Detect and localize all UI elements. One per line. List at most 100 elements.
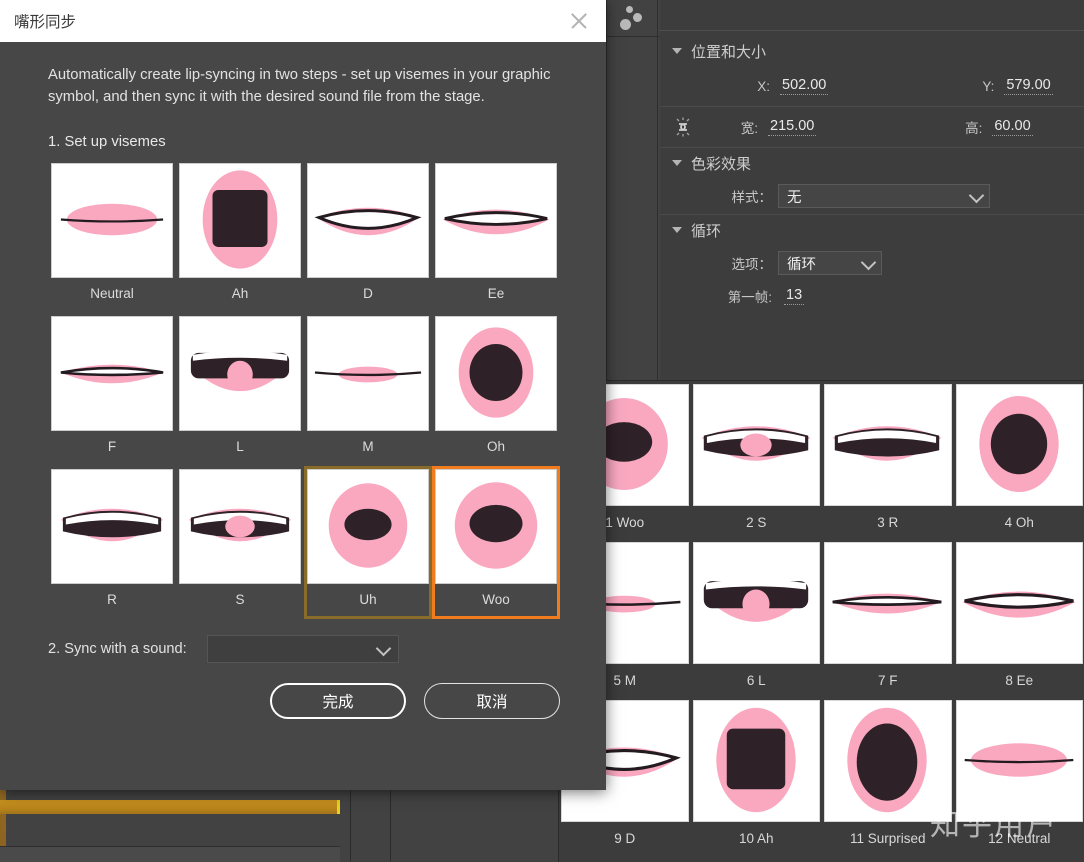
sync-with-sound-row: 2. Sync with a sound: xyxy=(48,635,566,663)
preview-frame-label: 12 Neutral xyxy=(956,822,1084,855)
viseme-thumbnail-l xyxy=(179,316,301,431)
viseme-thumbnail-oh xyxy=(435,316,557,431)
viseme-label: Ee xyxy=(435,278,557,310)
properties-panel: 位置和大小 X: 502.00 Y: 579.00 宽: 215.00 高: 6… xyxy=(660,0,1084,380)
viseme-label: Uh xyxy=(307,584,429,616)
preview-thumbnail-r xyxy=(824,384,952,506)
preview-frame-6[interactable]: 6 L xyxy=(691,539,823,697)
viseme-label: Ah xyxy=(179,278,301,310)
chevron-down-icon xyxy=(969,188,985,204)
viseme-cell-ah[interactable]: Ah xyxy=(176,160,304,313)
select-loop-option[interactable]: 循环 xyxy=(778,251,882,275)
timeline-bottom-strip[interactable] xyxy=(0,846,340,862)
done-button[interactable]: 完成 xyxy=(270,683,406,719)
chevron-down-icon xyxy=(375,641,391,657)
select-loop-option-value: 循环 xyxy=(787,253,816,274)
panel-options-dots-icon[interactable] xyxy=(612,3,656,33)
dialog-title: 嘴形同步 xyxy=(14,10,76,32)
section-title-color-effect: 色彩效果 xyxy=(691,153,751,174)
field-x-value[interactable]: 502.00 xyxy=(780,77,828,95)
viseme-thumbnail-uh xyxy=(307,469,429,584)
preview-frame-label: 7 F xyxy=(824,664,952,697)
preview-frame-12[interactable]: 12 Neutral xyxy=(954,697,1084,855)
select-color-style-value: 无 xyxy=(787,186,802,207)
field-y-value[interactable]: 579.00 xyxy=(1004,77,1052,95)
viseme-cell-ee[interactable]: Ee xyxy=(432,160,560,313)
field-first-frame-value[interactable]: 13 xyxy=(784,287,804,305)
viseme-cell-neutral[interactable]: Neutral xyxy=(48,160,176,313)
viseme-preview-panel: 1 Woo 2 S 3 R 4 Oh 5 M 6 L 7 F 8 Ee 9 D … xyxy=(558,380,1084,862)
viseme-thumbnail-neutral xyxy=(51,163,173,278)
preview-thumbnail-s xyxy=(693,384,821,506)
viseme-label: S xyxy=(179,584,301,616)
preview-frame-4[interactable]: 4 Oh xyxy=(954,381,1084,539)
label-width: 宽: xyxy=(696,117,758,137)
preview-frame-8[interactable]: 8 Ee xyxy=(954,539,1084,697)
viseme-preview-grid: 1 Woo 2 S 3 R 4 Oh 5 M 6 L 7 F 8 Ee 9 D … xyxy=(559,381,1084,855)
viseme-setup-grid: Neutral Ah D Ee F L M Oh R S Uh Woo xyxy=(48,160,560,619)
viseme-cell-d[interactable]: D xyxy=(304,160,432,313)
field-height-value[interactable]: 60.00 xyxy=(992,118,1032,136)
preview-frame-label: 8 Ee xyxy=(956,664,1084,697)
label-height: 高: xyxy=(872,117,982,137)
viseme-cell-m[interactable]: M xyxy=(304,313,432,466)
preview-frame-label: 2 S xyxy=(693,506,821,539)
preview-thumbnail-ah xyxy=(693,700,821,822)
preview-thumbnail-surprised xyxy=(824,700,952,822)
chevron-down-icon xyxy=(672,227,682,233)
dialog-body: Automatically create lip-syncing in two … xyxy=(0,42,606,719)
select-color-style[interactable]: 无 xyxy=(778,184,990,208)
preview-frame-label: 10 Ah xyxy=(693,822,821,855)
step-1-label: 1. Set up visemes xyxy=(48,134,566,150)
section-header-color-effect[interactable]: 色彩效果 xyxy=(660,148,1084,178)
preview-frame-label: 9 D xyxy=(561,822,689,855)
preview-frame-label: 11 Surprised xyxy=(824,822,952,855)
section-header-position-size[interactable]: 位置和大小 xyxy=(660,36,1084,66)
viseme-cell-l[interactable]: L xyxy=(176,313,304,466)
viseme-cell-oh[interactable]: Oh xyxy=(432,313,560,466)
preview-frame-10[interactable]: 10 Ah xyxy=(691,697,823,855)
field-width-value[interactable]: 215.00 xyxy=(768,118,816,136)
preview-thumbnail-neutral xyxy=(956,700,1084,822)
row-size-wh: 宽: 215.00 高: 60.00 xyxy=(660,107,1084,147)
row-loop-option: 选项： 循环 xyxy=(660,245,1084,281)
viseme-thumbnail-d xyxy=(307,163,429,278)
preview-frame-11[interactable]: 11 Surprised xyxy=(822,697,954,855)
label-loop-option: 选项： xyxy=(660,253,772,273)
preview-frame-3[interactable]: 3 R xyxy=(822,381,954,539)
viseme-label: M xyxy=(307,431,429,463)
label-y: Y: xyxy=(884,79,994,94)
viseme-thumbnail-m xyxy=(307,316,429,431)
sound-file-select[interactable] xyxy=(207,635,399,663)
viseme-thumbnail-woo xyxy=(435,469,557,584)
viseme-cell-woo[interactable]: Woo xyxy=(432,466,560,619)
timeline-playhead-marker[interactable] xyxy=(337,800,340,814)
viseme-thumbnail-f xyxy=(51,316,173,431)
viseme-cell-f[interactable]: F xyxy=(48,313,176,466)
preview-frame-2[interactable]: 2 S xyxy=(691,381,823,539)
viseme-thumbnail-r xyxy=(51,469,173,584)
viseme-label: R xyxy=(51,584,173,616)
close-icon[interactable] xyxy=(566,8,592,34)
chevron-down-icon xyxy=(672,160,682,166)
viseme-label: D xyxy=(307,278,429,310)
chevron-down-icon xyxy=(672,48,682,54)
preview-frame-7[interactable]: 7 F xyxy=(822,539,954,697)
preview-frame-label: 3 R xyxy=(824,506,952,539)
cancel-button[interactable]: 取消 xyxy=(424,683,560,719)
viseme-label: Oh xyxy=(435,431,557,463)
viseme-label: L xyxy=(179,431,301,463)
viseme-cell-r[interactable]: R xyxy=(48,466,176,619)
preview-thumbnail-l xyxy=(693,542,821,664)
properties-panel-top-rule xyxy=(660,30,1084,31)
viseme-cell-uh[interactable]: Uh xyxy=(304,466,432,619)
viseme-thumbnail-ee xyxy=(435,163,557,278)
viseme-cell-s[interactable]: S xyxy=(176,466,304,619)
section-header-loop[interactable]: 循环 xyxy=(660,215,1084,245)
preview-frame-label: 4 Oh xyxy=(956,506,1084,539)
preview-thumbnail-oh xyxy=(956,384,1084,506)
row-color-style: 样式： 无 xyxy=(660,178,1084,214)
dialog-description: Automatically create lip-syncing in two … xyxy=(48,64,566,108)
constrain-proportions-icon[interactable] xyxy=(670,114,696,140)
timeline-keyframe-band[interactable] xyxy=(0,800,340,814)
